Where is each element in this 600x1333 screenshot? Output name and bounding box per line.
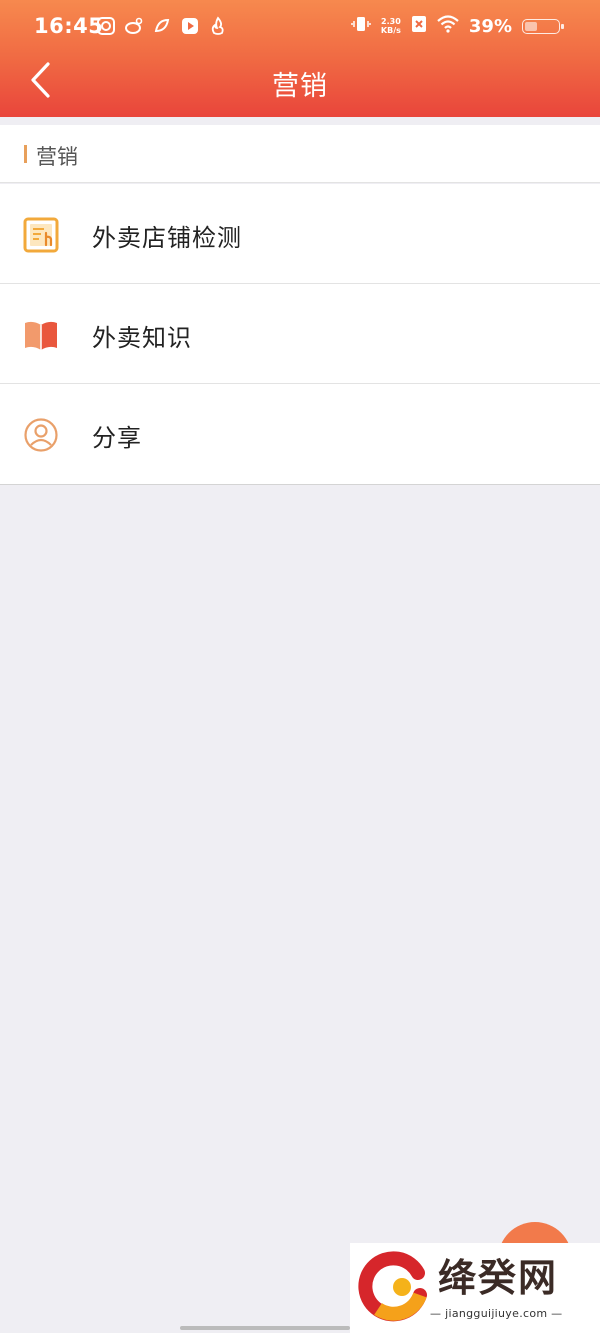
menu-label: 外卖店铺检测	[92, 224, 242, 252]
wifi-icon	[437, 15, 459, 37]
watermark-url-text: jiangguijiuye.com	[445, 1307, 548, 1320]
watermark-title: 绛癸网	[438, 1255, 559, 1300]
no-sim-icon	[411, 15, 427, 37]
section-title: 营销	[36, 145, 78, 169]
menu-label: 外卖知识	[92, 324, 192, 352]
page-title: 营销	[272, 71, 328, 102]
hot-icon	[208, 16, 228, 36]
section-header: 营销	[0, 125, 600, 183]
app-icon	[152, 16, 172, 36]
status-time: 16:45	[34, 14, 104, 38]
menu-item-store-check[interactable]: 外卖店铺检测	[0, 184, 600, 284]
store-check-icon	[22, 216, 60, 254]
section-accent-bar	[24, 145, 27, 163]
status-system-icons: 2.30 KB/s 39%	[351, 14, 564, 38]
qq-icon	[96, 16, 116, 36]
watermark-url: — jiangguijiuye.com —	[430, 1307, 563, 1320]
book-icon	[22, 316, 60, 354]
vibrate-icon	[351, 14, 371, 38]
watermark-logo-icon	[358, 1251, 430, 1327]
status-bar: 16:45 2.30 KB/s 39%	[0, 0, 600, 56]
header: 16:45 2.30 KB/s 39% 营销	[0, 0, 600, 117]
menu-label: 分享	[92, 424, 142, 452]
battery-percent: 39%	[468, 15, 512, 37]
menu-item-share[interactable]: 分享	[0, 384, 600, 484]
watermark: 绛癸网 — jiangguijiuye.com —	[350, 1243, 600, 1333]
battery-icon	[522, 18, 564, 34]
net-speed-unit: KB/s	[380, 26, 401, 35]
status-notification-icons	[96, 16, 228, 36]
nav-bar: 营销	[0, 56, 600, 112]
net-speed: 2.30 KB/s	[381, 17, 401, 35]
menu-list: 外卖店铺检测 外卖知识 分享	[0, 184, 600, 485]
menu-item-knowledge[interactable]: 外卖知识	[0, 284, 600, 384]
weibo-icon	[124, 16, 144, 36]
battery-level	[525, 21, 538, 31]
user-circle-icon	[22, 416, 60, 454]
home-indicator[interactable]	[180, 1326, 350, 1330]
net-speed-value: 2.30	[381, 17, 401, 26]
video-icon	[180, 16, 200, 36]
